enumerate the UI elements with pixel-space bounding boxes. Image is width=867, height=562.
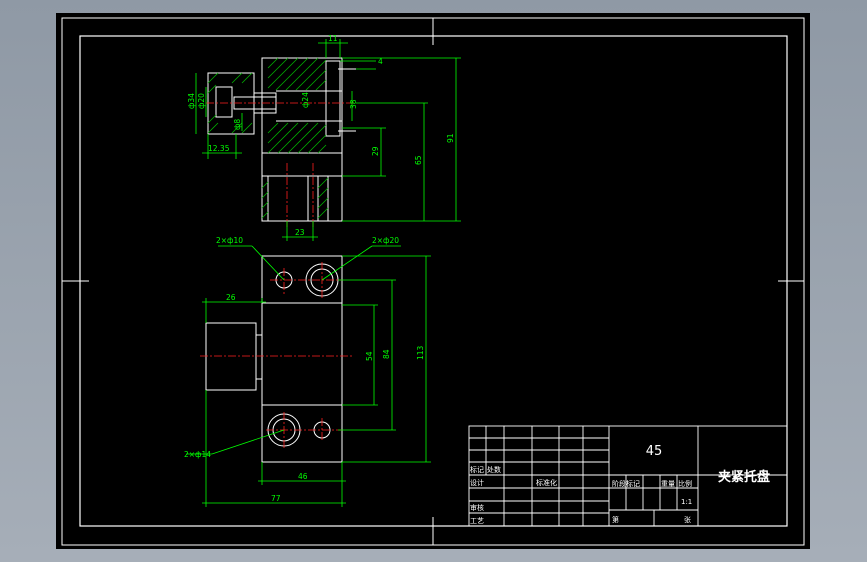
dim-phi20: ф20 <box>197 93 206 109</box>
tb-label-sheet: 第 <box>612 515 619 524</box>
tb-label-ratio: 比例 <box>678 479 692 488</box>
tb-material: 45 <box>646 444 663 459</box>
tb-label-mark: 标记 <box>470 465 484 474</box>
dim-113: 113 <box>416 345 425 360</box>
tb-label-design: 设计 <box>470 478 484 487</box>
label-holes-phi10: 2×ф10 <box>216 236 243 245</box>
dim-65: 65 <box>414 155 423 165</box>
front-dimension-lines <box>186 245 431 507</box>
top-centerlines <box>206 102 356 227</box>
dim-12-35: 12.35 <box>208 144 230 153</box>
tb-label-count: 处数 <box>487 465 501 474</box>
dim-46: 46 <box>298 472 308 481</box>
front-view: 2×ф10 2×ф20 2×ф14 26 54 84 113 46 77 <box>184 236 431 507</box>
front-dimension-labels: 2×ф10 2×ф20 2×ф14 26 54 84 113 46 77 <box>184 236 425 503</box>
dim-84: 84 <box>382 349 391 359</box>
dim-54: 54 <box>365 351 374 361</box>
tb-scale: 1:1 <box>681 498 692 506</box>
drawing-canvas[interactable]: 11 4 ф34 ф20 ф24 38 29 65 91 12.35 ф8 23 <box>56 13 810 549</box>
dim-91: 91 <box>446 133 455 143</box>
dim-23: 23 <box>295 228 305 237</box>
dim-29: 29 <box>371 146 380 156</box>
dim-11: 11 <box>328 34 338 43</box>
dim-phi34: ф34 <box>187 93 196 109</box>
title-block-text: 标记 处数 设计 审核 工艺 标准化 阶段标记 重量 比例 1:1 第 张 <box>470 465 692 525</box>
dim-77: 77 <box>271 494 281 503</box>
dim-4: 4 <box>378 57 383 66</box>
label-holes-phi14: 2×ф14 <box>184 450 211 459</box>
cad-window: 11 4 ф34 ф20 ф24 38 29 65 91 12.35 ф8 23 <box>0 0 867 562</box>
dim-phi8: ф8 <box>233 119 242 130</box>
front-centerlines <box>200 262 352 448</box>
dim-26: 26 <box>226 293 236 302</box>
label-holes-phi20: 2×ф20 <box>372 236 399 245</box>
tb-label-process: 工艺 <box>470 517 484 525</box>
tb-label-check: 审核 <box>470 503 484 512</box>
outer-border <box>61 17 805 546</box>
dim-phi24: ф24 <box>301 92 310 108</box>
drawing-sheet: 11 4 ф34 ф20 ф24 38 29 65 91 12.35 ф8 23 <box>56 13 810 549</box>
center-marks <box>62 18 804 545</box>
tb-label-weight: 重量 <box>661 480 675 488</box>
clamp-block-outline <box>207 72 255 135</box>
dim-38: 38 <box>349 99 358 109</box>
tb-label-stage: 阶段标记 <box>612 479 640 488</box>
top-view: 11 4 ф34 ф20 ф24 38 29 65 91 12.35 ф8 23 <box>187 34 461 241</box>
tb-label-total: 张 <box>684 515 691 524</box>
title-block: 标记 处数 设计 审核 工艺 标准化 阶段标记 重量 比例 1:1 第 张 45… <box>468 425 788 527</box>
side-block-outline <box>205 322 257 391</box>
tb-label-standardize: 标准化 <box>536 478 557 487</box>
tb-part-name: 夹紧托盘 <box>718 469 770 485</box>
